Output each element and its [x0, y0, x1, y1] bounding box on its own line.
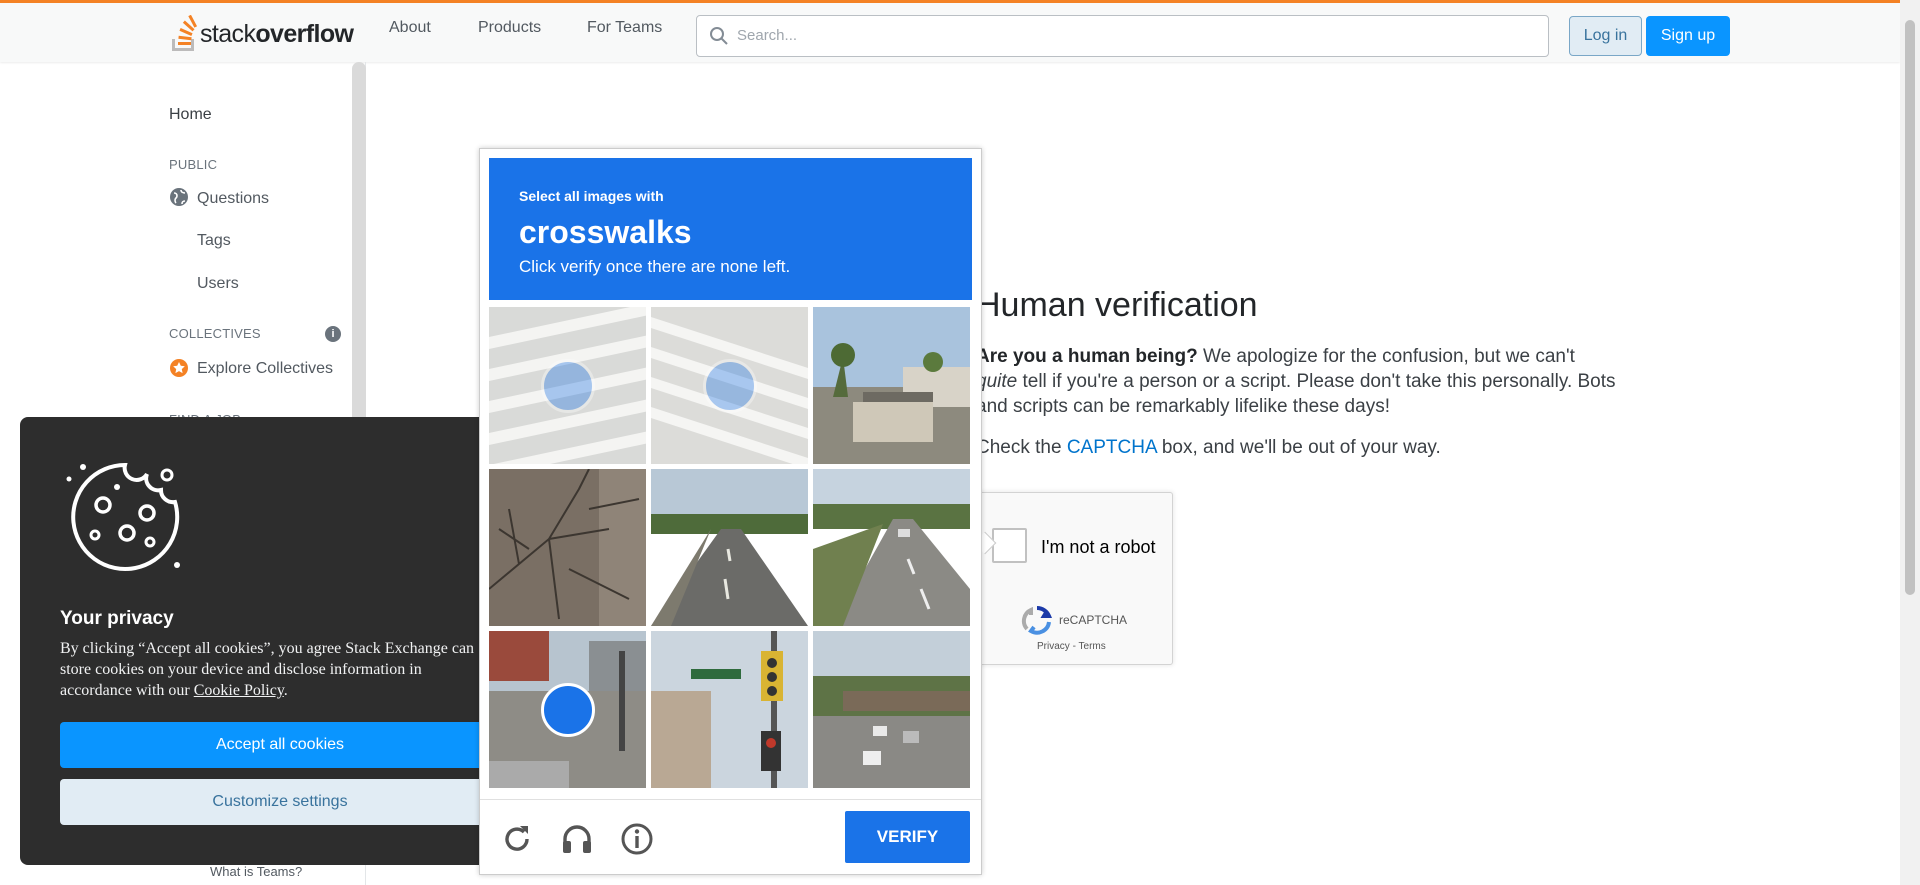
captcha-tile-1[interactable] [489, 307, 646, 464]
tile-image-highway [813, 469, 970, 626]
sidebar-item-questions[interactable]: Questions [197, 190, 269, 208]
search-input[interactable]: Search... [696, 15, 1549, 57]
captcha-tile-8[interactable] [651, 631, 808, 788]
cookie-description: By clicking “Accept all cookies”, you ag… [60, 640, 475, 699]
recaptcha-checkbox[interactable] [992, 528, 1027, 563]
page-title: Human verification [976, 286, 1258, 324]
recaptcha-footer: Privacy - Terms [1037, 641, 1106, 652]
captcha-tile-7[interactable] [489, 631, 646, 788]
captcha-link[interactable]: CAPTCHA [1067, 437, 1157, 458]
captcha-instruction: Check the CAPTCHA box, and we'll be out … [976, 437, 1441, 458]
signup-button[interactable]: Sign up [1646, 16, 1730, 56]
login-button[interactable]: Log in [1569, 16, 1642, 56]
tile-selected-check-icon [540, 682, 595, 737]
sidebar-item-home[interactable]: Home [169, 106, 212, 124]
recaptcha-label: I'm not a robot [1041, 537, 1156, 557]
recaptcha-brand: reCAPTCHA [1059, 613, 1128, 627]
sidebar-heading-public: PUBLIC [169, 157, 218, 172]
nav-for-teams[interactable]: For Teams [587, 19, 662, 37]
captcha-tile-3[interactable] [813, 307, 970, 464]
collectives-info-icon[interactable]: i [325, 326, 341, 342]
reload-icon[interactable] [500, 822, 534, 856]
tile-image-road [651, 469, 808, 626]
cookie-policy-link[interactable]: Cookie Policy [194, 682, 284, 699]
captcha-tile-9[interactable] [813, 631, 970, 788]
recaptcha-privacy-link[interactable]: Privacy [1037, 641, 1070, 652]
sidebar-item-tags[interactable]: Tags [197, 232, 231, 250]
collectives-star-icon [170, 359, 188, 377]
captcha-instruction-small: Select all images with [519, 188, 664, 204]
nav-products[interactable]: Products [478, 19, 541, 37]
cookie-icon [66, 462, 180, 571]
sidebar-item-users[interactable]: Users [197, 275, 239, 293]
captcha-tile-6[interactable] [813, 469, 970, 626]
recaptcha-logo-icon [1021, 606, 1053, 635]
sidebar-heading-collectives: COLLECTIVES [169, 326, 261, 341]
tile-selected-check-icon [702, 358, 757, 413]
captcha-header: Select all images with crosswalks Click … [489, 158, 972, 300]
verification-message: Are you a human being? We apologize for … [976, 346, 1616, 417]
logo-text: stackoverflow [200, 19, 354, 48]
page-scrollbar-thumb[interactable] [1905, 20, 1915, 595]
tile-selected-check-icon [540, 358, 595, 413]
verify-button[interactable]: VERIFY [845, 811, 970, 863]
stackoverflow-logo-icon [172, 15, 198, 51]
cookie-consent-banner: Your privacy By clicking “Accept all coo… [20, 417, 500, 865]
tile-image-traffic-light [651, 631, 808, 788]
nav-about[interactable]: About [389, 19, 431, 37]
globe-icon [170, 188, 188, 206]
customize-settings-button[interactable]: Customize settings [60, 779, 500, 825]
captcha-instruction-sub: Click verify once there are none left. [519, 257, 791, 276]
captcha-challenge: Select all images with crosswalks Click … [479, 148, 982, 875]
sidebar-scrollbar[interactable] [352, 62, 366, 442]
stackoverflow-logo[interactable]: stackoverflow [168, 15, 354, 53]
tile-image-houses [813, 307, 970, 464]
top-bar: stackoverflow About Products For Teams S… [0, 0, 1900, 62]
sidebar-item-explore-collectives[interactable]: Explore Collectives [197, 360, 333, 378]
audio-icon[interactable] [560, 822, 594, 856]
info-icon[interactable] [620, 822, 654, 856]
captcha-target: crosswalks [519, 214, 692, 250]
sidebar-what-is-teams[interactable]: What is Teams? [210, 864, 302, 879]
recaptcha-terms-link[interactable]: Terms [1079, 641, 1106, 652]
captcha-tile-2[interactable] [651, 307, 808, 464]
search-placeholder: Search... [737, 27, 798, 44]
accept-all-cookies-button[interactable]: Accept all cookies [60, 722, 500, 768]
search-icon [710, 27, 728, 45]
tile-image-branches [489, 469, 646, 626]
tile-image-overpass [813, 631, 970, 788]
captcha-tile-4[interactable] [489, 469, 646, 626]
cookie-title: Your privacy [60, 608, 174, 629]
captcha-tile-5[interactable] [651, 469, 808, 626]
recaptcha-widget: I'm not a robot reCAPTCHA Privacy - Term… [976, 492, 1173, 665]
